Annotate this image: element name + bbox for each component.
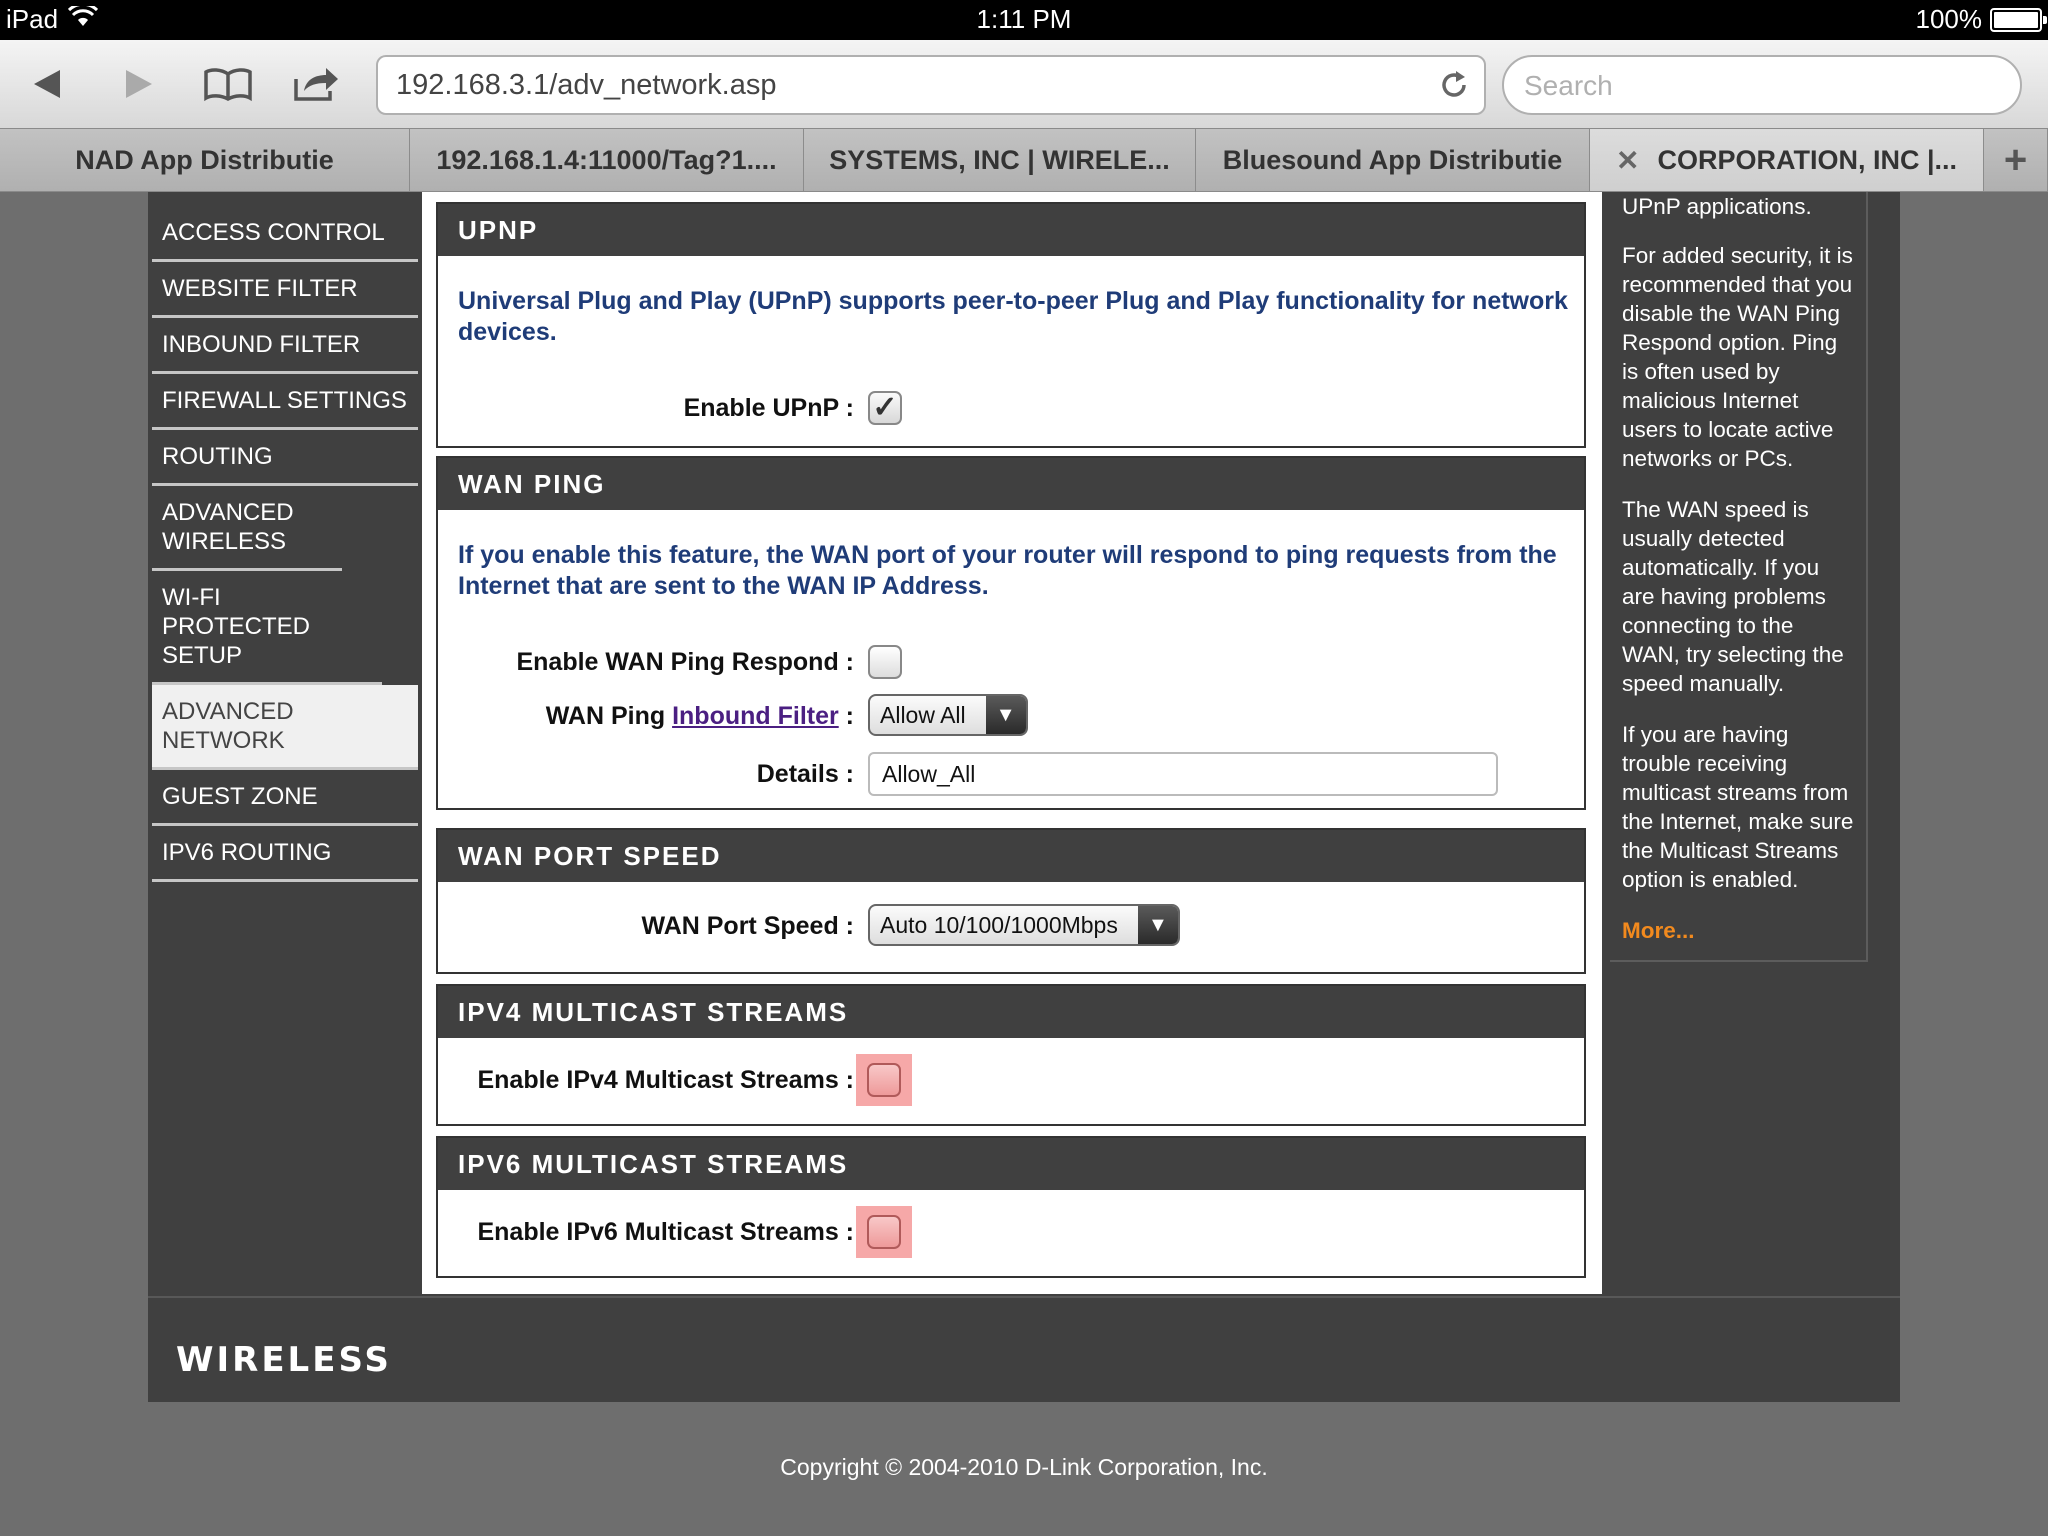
ipv6-multicast-section: IPV6 MULTICAST STREAMS Enable IPv6 Multi… [436,1136,1586,1278]
details-row: Details : Allow_All [438,750,1584,798]
upnp-label: Enable UPnP : [683,394,854,422]
enable-ipv6-multicast-checkbox[interactable] [867,1215,901,1249]
footer-bar: WIRELESS [148,1296,1900,1402]
details-field[interactable]: Allow_All [868,752,1498,796]
tab-nad-app[interactable]: NAD App Distributie [0,129,410,191]
url-text: 192.168.3.1/adv_network.asp [396,69,777,101]
ipv6-multicast-row: Enable IPv6 Multicast Streams : [438,1206,1584,1258]
section-title: WAN PORT SPEED [438,830,1584,882]
sidebar-item-advanced-network[interactable]: ADVANCED NETWORK [152,685,418,770]
sidebar-item-guest-zone[interactable]: GUEST ZONE [152,770,418,826]
sidebar-item-inbound-filter[interactable]: INBOUND FILTER [152,318,418,374]
sidebar-item-access-control[interactable]: ACCESS CONTROL [152,206,418,262]
wan-ping-section: WAN PING If you enable this feature, the… [436,456,1586,810]
enable-upnp-checkbox[interactable]: ✓ [868,391,902,425]
sidebar-item-firewall-settings[interactable]: FIREWALL SETTINGS [152,374,418,430]
help-text-wan-speed: The WAN speed is usually detected automa… [1622,497,1844,696]
address-bar[interactable]: 192.168.3.1/adv_network.asp [376,55,1486,115]
upnp-description: Universal Plug and Play (UPnP) supports … [458,287,1568,346]
sidebar-item-routing[interactable]: ROUTING [152,430,418,486]
forward-icon[interactable] [108,60,168,108]
wireless-logo: WIRELESS [176,1340,392,1380]
upnp-row: Enable UPnP : ✓ [438,384,1584,432]
help-text-wan-ping: For added security, it is recommended th… [1622,243,1853,471]
battery-icon [1990,7,2047,32]
details-label: Details : [756,760,854,788]
ipv4-multicast-highlight [856,1054,912,1106]
ipv4-multicast-label: Enable IPv4 Multicast Streams : [477,1066,854,1094]
more-link[interactable]: More... [1622,916,1854,945]
wan-ping-respond-row: Enable WAN Ping Respond : [438,638,1584,686]
sidebar-item-website-filter[interactable]: WEBSITE FILTER [152,262,418,318]
tab-bluesound[interactable]: Bluesound App Distributie [1196,129,1590,191]
section-title: IPV6 MULTICAST STREAMS [438,1138,1584,1190]
clock: 1:11 PM [976,4,1072,34]
section-title: IPV4 MULTICAST STREAMS [438,986,1584,1038]
ipv4-multicast-row: Enable IPv4 Multicast Streams : [438,1054,1584,1106]
enable-ipv4-multicast-checkbox[interactable] [867,1063,901,1097]
wan-ping-filter-label: WAN Ping Inbound Filter : [545,702,854,730]
help-panel: UPnP applications. For added security, i… [1610,192,1868,962]
upnp-section: UPNP Universal Plug and Play (UPnP) supp… [436,202,1586,448]
ipv4-multicast-section: IPV4 MULTICAST STREAMS Enable IPv4 Multi… [436,984,1586,1126]
bookmarks-icon[interactable] [198,60,258,108]
back-icon[interactable] [18,60,78,108]
close-tab-icon[interactable]: ✕ [1616,144,1639,177]
section-title: UPNP [438,204,1584,256]
section-title: WAN PING [438,458,1584,510]
wan-ping-respond-label: Enable WAN Ping Respond : [516,648,854,676]
sidebar-item-ipv6-routing[interactable]: IPV6 ROUTING [152,826,418,882]
enable-wan-ping-checkbox[interactable] [868,645,902,679]
wan-port-speed-section: WAN PORT SPEED WAN Port Speed : Auto 10/… [436,828,1586,974]
main-panel: UPNP Universal Plug and Play (UPnP) supp… [422,192,1602,1294]
tab-bar: NAD App Distributie 192.168.1.4:11000/Ta… [0,128,2048,192]
search-input[interactable]: Search [1502,55,2022,115]
inbound-filter-link[interactable]: Inbound Filter [672,702,839,730]
sidebar-item-wifi-protected-setup[interactable]: WI-FI PROTECTED SETUP [152,571,382,685]
share-icon[interactable] [286,60,346,108]
wan-port-speed-label: WAN Port Speed : [641,912,854,940]
sidebar-item-advanced-wireless[interactable]: ADVANCED WIRELESS [152,486,342,571]
tab-192-168-1-4[interactable]: 192.168.1.4:11000/Tag?1.... [410,129,804,191]
tab-systems-inc[interactable]: SYSTEMS, INC | WIRELE... [804,129,1196,191]
help-text-multicast: If you are having trouble receiving mult… [1622,722,1854,892]
ipv6-multicast-label: Enable IPv6 Multicast Streams : [477,1218,854,1246]
web-content: ACCESS CONTROL WEBSITE FILTER INBOUND FI… [0,192,2048,1536]
reload-icon[interactable] [1438,69,1470,109]
wan-ping-filter-select[interactable]: Allow All ▼ [868,694,1028,736]
sidebar-nav: ACCESS CONTROL WEBSITE FILTER INBOUND FI… [152,206,418,882]
chevron-down-icon: ▼ [985,696,1026,734]
new-tab-button[interactable]: + [1984,129,2048,191]
tab-corporation-active[interactable]: ✕ CORPORATION, INC |... [1590,129,1984,191]
browser-toolbar: 192.168.3.1/adv_network.asp Search [0,40,2048,128]
wan-ping-filter-row: WAN Ping Inbound Filter : Allow All ▼ [438,692,1584,740]
help-text-upnp: UPnP applications. [1622,194,1812,219]
wan-ping-description: If you enable this feature, the WAN port… [458,541,1557,600]
wan-port-speed-row: WAN Port Speed : Auto 10/100/1000Mbps ▼ [438,902,1584,950]
status-bar: iPad 1:11 PM 100% [0,0,2048,40]
wan-port-speed-select[interactable]: Auto 10/100/1000Mbps ▼ [868,904,1180,946]
battery-percent: 100% [1915,4,1983,34]
copyright-text: Copyright © 2004-2010 D-Link Corporation… [780,1454,1268,1480]
chevron-down-icon: ▼ [1137,906,1178,944]
ipv6-multicast-highlight [856,1206,912,1258]
